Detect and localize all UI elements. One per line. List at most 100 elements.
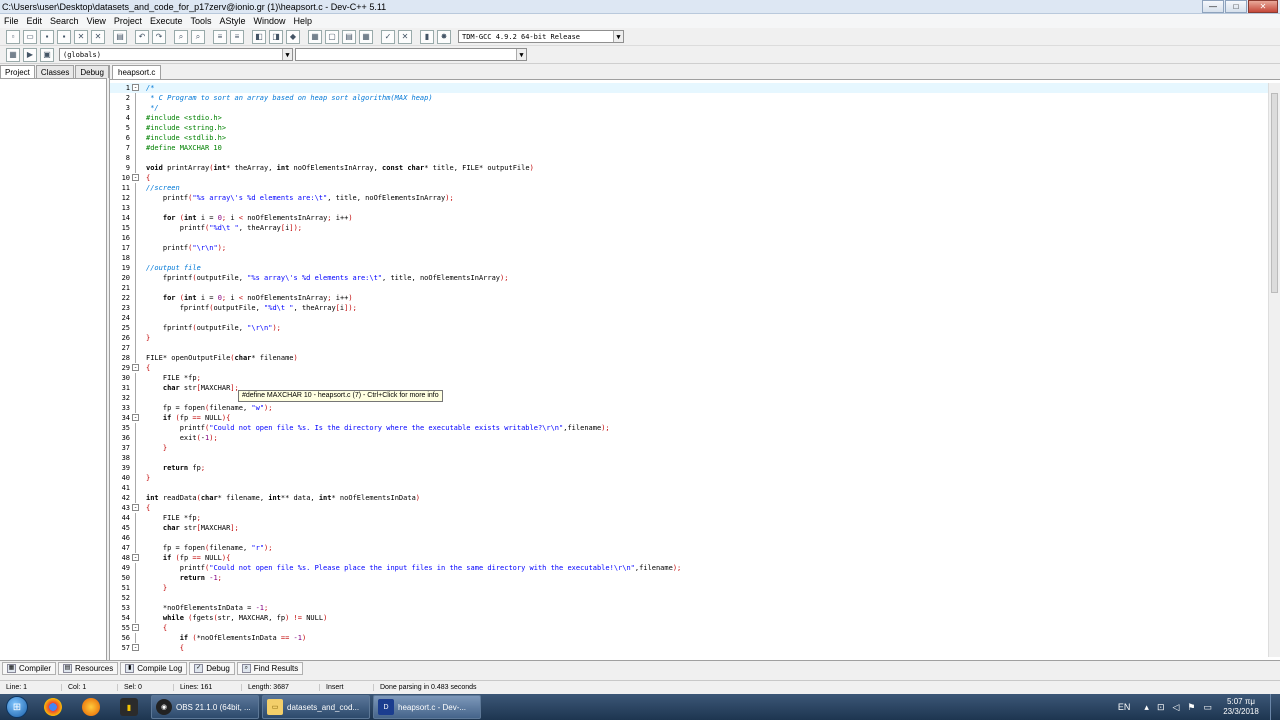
undo-icon[interactable]: ↶ xyxy=(135,29,149,44)
bookmark-icon[interactable]: ◆ xyxy=(286,29,300,44)
code-line[interactable]: 55- { xyxy=(110,623,1268,633)
menu-window[interactable]: Window xyxy=(250,16,290,26)
code-line[interactable]: 25 fprintf(outputFile, "\r\n"); xyxy=(110,323,1268,333)
layout-icon[interactable]: ▦ xyxy=(359,29,373,44)
check-syntax-icon[interactable]: ✓ xyxy=(381,29,395,44)
task-devcpp[interactable]: D heapsort.c - Dev-... xyxy=(373,695,481,719)
code-line[interactable]: 20 fprintf(outputFile, "%s array\'s %d e… xyxy=(110,273,1268,283)
volume-icon[interactable]: ◁ xyxy=(1172,702,1179,713)
menu-view[interactable]: View xyxy=(83,16,110,26)
chrome-pin[interactable] xyxy=(34,695,72,719)
code-line[interactable]: 14 for (int i = 0; i < noOfElementsInArr… xyxy=(110,213,1268,223)
code-line[interactable]: 39 return fp; xyxy=(110,463,1268,473)
close-file-icon[interactable]: ✕ xyxy=(74,29,88,44)
code-line[interactable]: 43-{ xyxy=(110,503,1268,513)
start-button[interactable]: ⊞ xyxy=(0,694,34,720)
code-line[interactable]: 35 printf("Could not open file %s. Is th… xyxy=(110,423,1268,433)
code-line[interactable]: 1-/* xyxy=(110,83,1268,93)
code-line[interactable]: 16 xyxy=(110,233,1268,243)
close-all-icon[interactable]: ✕ xyxy=(91,29,105,44)
save-all-icon[interactable]: ▪ xyxy=(57,29,71,44)
find-icon[interactable]: ⌕ xyxy=(174,29,188,44)
menu-execute[interactable]: Execute xyxy=(146,16,187,26)
network-icon[interactable]: ⊡ xyxy=(1157,702,1165,713)
fold-toggle-icon[interactable]: - xyxy=(132,174,139,181)
new-file-icon[interactable]: ▫ xyxy=(6,29,20,44)
menu-project[interactable]: Project xyxy=(110,16,146,26)
forward-icon[interactable]: ◨ xyxy=(269,29,283,44)
replace-icon[interactable]: ⌕ xyxy=(191,29,205,44)
vertical-scrollbar[interactable] xyxy=(1268,83,1280,657)
back-icon[interactable]: ◧ xyxy=(252,29,266,44)
profile-icon[interactable]: ✸ xyxy=(437,29,451,44)
open-file-icon[interactable]: ▭ xyxy=(23,29,37,44)
flag-icon[interactable]: ⚑ xyxy=(1187,702,1195,713)
code-line[interactable]: 53 *noOfElementsInData = -1; xyxy=(110,603,1268,613)
fold-toggle-icon[interactable]: - xyxy=(132,624,139,631)
code-line[interactable]: 34- if (fp == NULL){ xyxy=(110,413,1268,423)
code-line[interactable]: 19 //output file xyxy=(110,263,1268,273)
save-icon[interactable]: ▪ xyxy=(40,29,54,44)
menu-tools[interactable]: Tools xyxy=(186,16,215,26)
close-button[interactable]: ✕ xyxy=(1248,0,1278,13)
code-line[interactable]: 11 //screen xyxy=(110,183,1268,193)
debug-icon[interactable]: ▣ xyxy=(40,47,54,62)
redo-icon[interactable]: ↷ xyxy=(152,29,166,44)
code-line[interactable]: 48- if (fp == NULL){ xyxy=(110,553,1268,563)
code-line[interactable]: 7 #define MAXCHAR 10 xyxy=(110,143,1268,153)
code-line[interactable]: 28 FILE* openOutputFile(char* filename) xyxy=(110,353,1268,363)
code-line[interactable]: 42 int readData(char* filename, int** dat… xyxy=(110,493,1268,503)
fold-toggle-icon[interactable]: - xyxy=(132,364,139,371)
fold-toggle-icon[interactable]: - xyxy=(132,504,139,511)
code-line[interactable]: 33 fp = fopen(filename, "w"); xyxy=(110,403,1268,413)
chart-icon[interactable]: ▮ xyxy=(420,29,434,44)
tab-debug[interactable]: Debug xyxy=(75,65,109,78)
code-line[interactable]: 9 void printArray(int* theArray, int noOf… xyxy=(110,163,1268,173)
tray-expand-icon[interactable]: ▴ xyxy=(1144,702,1149,713)
code-line[interactable]: 18 xyxy=(110,253,1268,263)
window-icon[interactable]: ▢ xyxy=(325,29,339,44)
code-line[interactable]: 12 printf("%s array\'s %d elements are:\… xyxy=(110,193,1268,203)
table-icon[interactable]: ▤ xyxy=(342,29,356,44)
code-line[interactable]: 47 fp = fopen(filename, "r"); xyxy=(110,543,1268,553)
code-line[interactable]: 45 char str[MAXCHAR]; xyxy=(110,523,1268,533)
indent-icon[interactable]: ≡ xyxy=(213,29,227,44)
code-line[interactable]: 6 #include <stdlib.h> xyxy=(110,133,1268,143)
code-line[interactable]: 36 exit(-1); xyxy=(110,433,1268,443)
code-line[interactable]: 57- { xyxy=(110,643,1268,653)
show-desktop-button[interactable] xyxy=(1270,694,1280,720)
stop-icon[interactable]: ✕ xyxy=(398,29,412,44)
code-line[interactable]: 22 for (int i = 0; i < noOfElementsInArr… xyxy=(110,293,1268,303)
code-line[interactable]: 21 xyxy=(110,283,1268,293)
code-line[interactable]: 15 printf("%d\t ", theArray[i]); xyxy=(110,223,1268,233)
app-pin[interactable]: ▮ xyxy=(110,695,148,719)
tab-compiler[interactable]: ▦ Compiler xyxy=(2,662,57,675)
compiler-select[interactable]: TDM-GCC 4.9.2 64-bit Release ▼ xyxy=(458,30,624,43)
code-line[interactable]: 29-{ xyxy=(110,363,1268,373)
task-explorer[interactable]: ▭ datasets_and_cod... xyxy=(262,695,370,719)
scope-select[interactable]: (globals) ▼ xyxy=(59,48,293,61)
print-icon[interactable]: ▤ xyxy=(113,29,127,44)
code-area[interactable]: 1-/* 2 * C Program to sort an array based… xyxy=(110,83,1268,657)
code-line[interactable]: 24 xyxy=(110,313,1268,323)
code-line[interactable]: 46 xyxy=(110,533,1268,543)
maximize-button[interactable]: □ xyxy=(1225,0,1247,13)
code-line[interactable]: 5 #include <string.h> xyxy=(110,123,1268,133)
code-line[interactable]: 26} xyxy=(110,333,1268,343)
tab-compile-log[interactable]: ▮ Compile Log xyxy=(120,662,188,675)
tab-find-results[interactable]: ⌕ Find Results xyxy=(236,662,304,675)
code-line[interactable]: 49 printf("Could not open file %s. Pleas… xyxy=(110,563,1268,573)
minimize-button[interactable]: — xyxy=(1202,0,1224,13)
code-line[interactable]: 41 xyxy=(110,483,1268,493)
code-line[interactable]: 54 while (fgets(str, MAXCHAR, fp) != NUL… xyxy=(110,613,1268,623)
clock[interactable]: 5:07 πμ 23/3/2018 xyxy=(1216,697,1266,717)
code-line[interactable]: 38 xyxy=(110,453,1268,463)
code-line[interactable]: 27 xyxy=(110,343,1268,353)
compile-icon[interactable]: ▦ xyxy=(6,47,20,62)
menu-search[interactable]: Search xyxy=(46,16,83,26)
code-line[interactable]: 2 * C Program to sort an array based on … xyxy=(110,93,1268,103)
fold-toggle-icon[interactable]: - xyxy=(132,644,139,651)
code-line[interactable]: 10-{ xyxy=(110,173,1268,183)
tab-heapsort-c[interactable]: heapsort.c xyxy=(112,65,162,79)
code-line[interactable]: 56 if (*noOfElementsInData == -1) xyxy=(110,633,1268,643)
